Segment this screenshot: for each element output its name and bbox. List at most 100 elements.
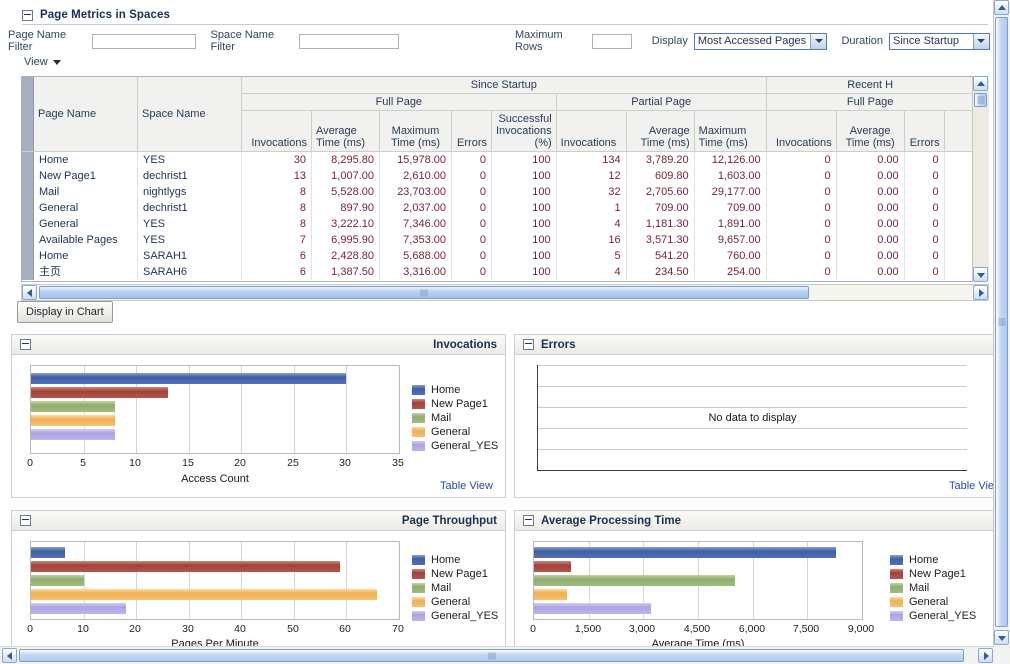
page-title: Page Metrics in Spaces bbox=[40, 9, 170, 21]
maximum-rows-input[interactable] bbox=[592, 34, 632, 49]
chart-title-average-processing-time: Average Processing Time bbox=[541, 515, 681, 527]
page-scroll-right-button[interactable] bbox=[978, 648, 993, 663]
cell-page_name: Available Pages bbox=[34, 232, 138, 248]
chart-header-invocations: Invocations bbox=[12, 335, 505, 355]
row-select-cell[interactable] bbox=[22, 216, 34, 232]
page-scroll-left-button[interactable] bbox=[2, 648, 17, 663]
no-data-message: No data to display bbox=[538, 412, 967, 424]
collapse-icon-errors[interactable] bbox=[523, 339, 534, 350]
cell-fp_err: 0 bbox=[452, 232, 492, 248]
cell-pp_avg: 2,705.60 bbox=[626, 184, 694, 200]
cell-fp_succ: 100 bbox=[492, 264, 557, 280]
scroll-down-button[interactable] bbox=[973, 267, 988, 282]
x-tick: 50 bbox=[287, 623, 299, 635]
table-row[interactable]: HomeYES308,295.8015,978.0001001343,789.2… bbox=[22, 152, 974, 169]
col-space-name[interactable]: Space Name bbox=[138, 77, 242, 152]
row-select-cell[interactable] bbox=[22, 168, 34, 184]
table-row[interactable]: Available PagesYES76,995.907,353.0001001… bbox=[22, 232, 974, 248]
legend-swatch-icon bbox=[412, 441, 425, 451]
legend-label: General bbox=[431, 426, 470, 438]
bar-general-yes bbox=[534, 603, 651, 614]
cell-pad bbox=[944, 168, 974, 184]
cell-fp_avg: 5,528.00 bbox=[312, 184, 380, 200]
col-rh-errors[interactable]: Errors bbox=[904, 111, 944, 152]
duration-select[interactable]: Since Startup bbox=[889, 33, 990, 50]
col-fp-invocations[interactable]: Invocations bbox=[242, 111, 312, 152]
table-row[interactable]: Generaldechrist18897.902,037.0001001709.… bbox=[22, 200, 974, 216]
collapse-icon-page-throughput[interactable] bbox=[20, 515, 31, 526]
page-horizontal-scrollbar[interactable] bbox=[0, 646, 994, 664]
cell-rh_inv: 0 bbox=[766, 264, 836, 280]
view-menu[interactable]: View bbox=[24, 56, 61, 68]
table-row[interactable]: Mailnightlygs85,528.0023,703.000100322,7… bbox=[22, 184, 974, 200]
table-row[interactable]: HomeSARAH162,428.805,688.0001005541.2076… bbox=[22, 248, 974, 264]
plot-area-page-throughput bbox=[30, 541, 400, 620]
row-select-cell[interactable] bbox=[22, 232, 34, 248]
col-page-name[interactable]: Page Name bbox=[34, 77, 138, 152]
col-rh-avg-time-l1: Average bbox=[850, 125, 891, 137]
row-select-cell[interactable] bbox=[22, 200, 34, 216]
chevron-down-icon[interactable] bbox=[810, 34, 826, 49]
table-view-link-errors[interactable]: Table View bbox=[949, 480, 994, 492]
table-vscroll-thumb[interactable] bbox=[974, 93, 987, 107]
cell-fp_succ: 100 bbox=[492, 200, 557, 216]
panel-header: Page Metrics in Spaces bbox=[5, 5, 990, 25]
display-in-chart-button[interactable]: Display in Chart bbox=[17, 301, 113, 323]
scroll-left-button[interactable] bbox=[22, 285, 37, 300]
table-vertical-scrollbar[interactable] bbox=[972, 76, 989, 282]
col-pp-invocations[interactable]: Invocations bbox=[556, 111, 626, 152]
page-scroll-down-button[interactable] bbox=[994, 630, 1009, 645]
chart-header-average-processing-time: Average Processing Time bbox=[515, 511, 994, 531]
cell-space_name: nightlygs bbox=[138, 184, 242, 200]
legend-swatch-icon bbox=[890, 555, 903, 565]
x-tick: 70 bbox=[392, 623, 404, 635]
cell-fp_max: 3,316.00 bbox=[380, 264, 452, 280]
scroll-up-button[interactable] bbox=[973, 76, 988, 91]
maximum-rows-label: Maximum Rows bbox=[515, 29, 586, 53]
table-hscroll-thumb[interactable] bbox=[39, 286, 809, 299]
chart-title-errors: Errors bbox=[541, 339, 576, 351]
cell-fp_avg: 6,995.90 bbox=[312, 232, 380, 248]
table-horizontal-scrollbar[interactable] bbox=[21, 284, 989, 301]
cell-page_name: General bbox=[34, 200, 138, 216]
cell-space_name: SARAH6 bbox=[138, 264, 242, 280]
page-vscroll-thumb[interactable] bbox=[995, 17, 1008, 627]
col-rh-extra bbox=[944, 111, 974, 152]
collapse-icon-invocations[interactable] bbox=[20, 339, 31, 350]
chevron-down-icon[interactable] bbox=[973, 34, 989, 49]
cell-pp_max: 709.00 bbox=[694, 200, 766, 216]
cell-pp_inv: 4 bbox=[556, 216, 626, 232]
display-select[interactable]: Most Accessed Pages bbox=[694, 33, 828, 50]
col-fp-errors[interactable]: Errors bbox=[452, 111, 492, 152]
chart-panel-average-processing-time: Average Processing Time 01,5003,0004,500… bbox=[514, 510, 994, 647]
x-tick: 4,500 bbox=[684, 623, 710, 635]
table-row[interactable]: GeneralYES83,222.107,346.00010041,181.30… bbox=[22, 216, 974, 232]
cell-fp_succ: 100 bbox=[492, 168, 557, 184]
scroll-right-button[interactable] bbox=[973, 285, 988, 300]
space-name-filter-input[interactable] bbox=[299, 34, 399, 49]
legend-swatch-icon bbox=[412, 611, 425, 621]
cell-pp_max: 254.00 bbox=[694, 264, 766, 280]
bar-home bbox=[31, 547, 65, 558]
collapse-icon-page-metrics[interactable] bbox=[22, 10, 33, 21]
legend-label: Home bbox=[431, 384, 460, 396]
row-select-cell[interactable] bbox=[22, 248, 34, 264]
row-select-cell[interactable] bbox=[22, 152, 34, 169]
cell-rh_avg: 0.00 bbox=[836, 232, 904, 248]
header-divider bbox=[22, 24, 988, 25]
cell-fp_inv: 6 bbox=[242, 264, 312, 280]
page-name-filter-input[interactable] bbox=[92, 34, 196, 49]
page-vertical-scrollbar[interactable] bbox=[993, 0, 1010, 664]
page-hscroll-thumb[interactable] bbox=[19, 649, 964, 662]
filter-bar: Page Name Filter Space Name Filter Maxim… bbox=[0, 28, 990, 54]
bar-general bbox=[31, 589, 377, 600]
table-row[interactable]: 主页SARAH661,387.503,316.0001004234.50254.… bbox=[22, 264, 974, 280]
table-view-link-invocations[interactable]: Table View bbox=[440, 480, 493, 492]
col-rh-invocations[interactable]: Invocations bbox=[766, 111, 836, 152]
table-row[interactable]: New Page1dechrist1131,007.002,610.000100… bbox=[22, 168, 974, 184]
row-select-cell[interactable] bbox=[22, 264, 34, 280]
collapse-icon-average-processing-time[interactable] bbox=[523, 515, 534, 526]
x-tick: 0 bbox=[27, 457, 33, 469]
row-select-cell[interactable] bbox=[22, 184, 34, 200]
page-scroll-up-button[interactable] bbox=[994, 0, 1009, 15]
